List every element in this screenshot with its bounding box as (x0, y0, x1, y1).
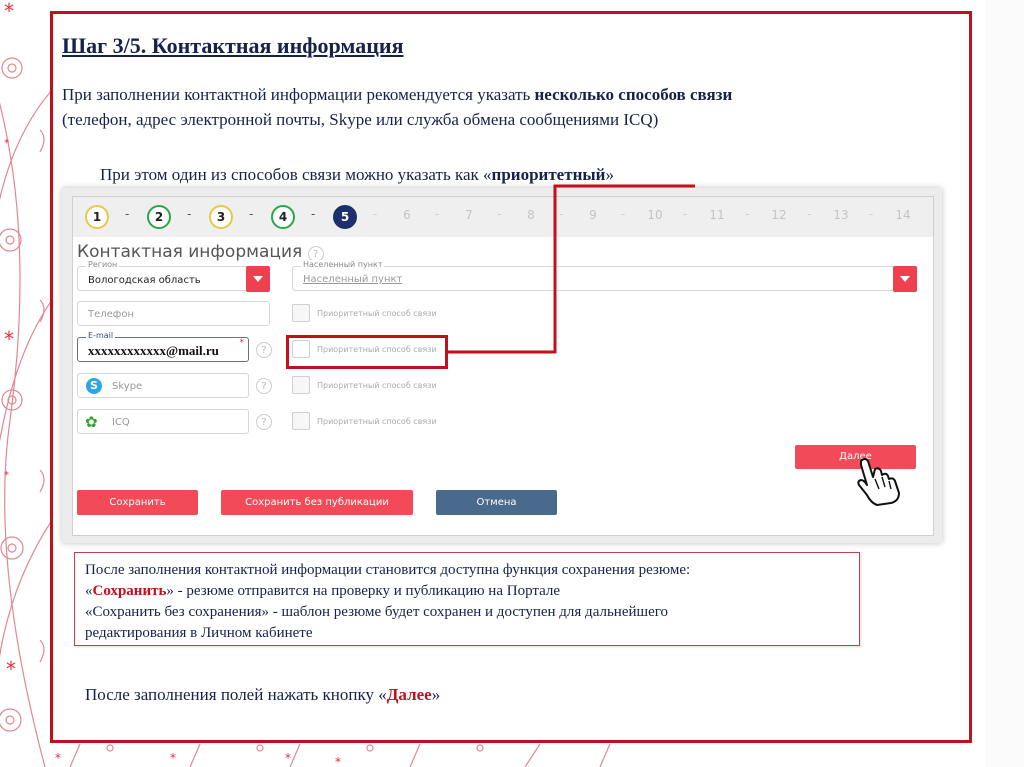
step-7: 7 (465, 208, 473, 222)
decorative-right-margin (985, 0, 1024, 767)
info-quote: « (85, 583, 93, 599)
step-4[interactable]: 4 (271, 205, 295, 229)
svg-text:*: * (170, 751, 176, 765)
step-separator: - (683, 207, 688, 221)
intro-line2: (телефон, адрес электронной почты, Skype… (62, 110, 659, 129)
step-separator: - (559, 207, 564, 221)
icq-placeholder: ICQ (112, 417, 130, 428)
skype-help-icon[interactable]: ? (256, 378, 272, 394)
svg-text:*: * (4, 138, 9, 149)
icq-priority-checkbox[interactable] (292, 412, 310, 430)
region-select[interactable]: Регион Вологодская область (77, 260, 270, 292)
step-separator: - (497, 207, 502, 221)
region-value: Вологодская область (88, 275, 201, 286)
step-separator: - (249, 207, 254, 221)
icq-priority-label: Приоритетный способ связи (317, 417, 437, 426)
step-indicator: 1 - 2 - 3 - 4 - 5 - 6 - 7 - 8 - 9 - 10 - 11 - 12 - 13 - 14 (73, 197, 933, 237)
step-separator: - (125, 207, 130, 221)
svg-text:*: * (4, 327, 14, 351)
intro-text: При заполнении контактной информации рек… (62, 85, 535, 104)
svg-text:*: * (6, 657, 16, 681)
email-legend: E-mail (86, 331, 116, 340)
save-without-publish-button[interactable]: Сохранить без публикации (221, 490, 413, 515)
priority-note-prefix: При этом один из способов связи можно ук… (100, 165, 492, 184)
email-help-icon[interactable]: ? (256, 342, 272, 358)
decorative-floral-border-bottom: * * * * (0, 744, 1024, 767)
step-separator: - (621, 207, 626, 221)
icq-input[interactable]: ✿ ICQ (77, 409, 249, 434)
phone-input[interactable]: Телефон (77, 301, 270, 326)
step-11: 11 (709, 208, 725, 222)
skype-icon: S (86, 378, 102, 394)
cancel-button[interactable]: Отмена (436, 490, 557, 515)
phone-priority-checkbox[interactable] (292, 304, 310, 322)
skype-priority-label: Приоритетный способ связи (317, 381, 437, 390)
svg-text:*: * (285, 751, 291, 765)
chevron-down-icon[interactable] (246, 266, 270, 292)
locality-placeholder: Населенный пункт (303, 274, 403, 285)
step-9: 9 (589, 208, 597, 222)
step-separator: - (435, 207, 440, 221)
phone-priority-label: Приоритетный способ связи (317, 309, 437, 318)
highlight-callout-box (286, 335, 448, 369)
email-input[interactable]: E-mail xxxxxxxxxxxx@mail.ru * (77, 331, 249, 362)
step-separator: - (373, 207, 378, 221)
chevron-down-icon[interactable] (893, 266, 917, 292)
phone-placeholder: Телефон (88, 309, 135, 320)
final-note-suffix: » (431, 685, 441, 704)
priority-note-bold: приоритетный (491, 165, 606, 184)
priority-note-suffix: » (605, 165, 614, 184)
step-12: 12 (771, 208, 787, 222)
skype-priority-checkbox[interactable] (292, 376, 310, 394)
step-1[interactable]: 1 (85, 205, 109, 229)
email-value: xxxxxxxxxxxx@mail.ru (88, 343, 219, 358)
info-box: После заполнения контактной информации с… (74, 552, 860, 646)
step-separator: - (187, 207, 192, 221)
final-note-bold: Далее (386, 685, 432, 704)
step-5[interactable]: 5 (333, 205, 357, 229)
icq-help-icon[interactable]: ? (256, 414, 272, 430)
step-separator: - (745, 207, 750, 221)
skype-placeholder: Skype (112, 381, 143, 392)
svg-text:*: * (4, 0, 14, 23)
svg-text:*: * (55, 751, 61, 765)
info-line-3: «Сохранить без сохранения» - шаблон резю… (85, 604, 669, 620)
priority-note: При этом один из способов связи можно ук… (100, 165, 614, 185)
region-legend: Регион (86, 260, 120, 269)
form-screenshot: 1 - 2 - 3 - 4 - 5 - 6 - 7 - 8 - 9 - 10 - 11 - 12 - 13 - 14 Контакт… (62, 188, 942, 543)
form-title: Контактная информация ? (77, 242, 324, 262)
intro-bold-text: несколько способов связи (534, 85, 733, 104)
step-13: 13 (833, 208, 849, 222)
svg-text:*: * (4, 470, 9, 481)
step-2[interactable]: 2 (147, 205, 171, 229)
info-line-4: редактирования в Личном кабинете (85, 625, 313, 641)
info-line-2: «Сохранить» - резюме отправится на прове… (85, 581, 849, 602)
intro-paragraph: При заполнении контактной информации рек… (62, 82, 922, 132)
info-line-1: После заполнения контактной информации с… (85, 562, 691, 578)
step-separator: - (807, 207, 812, 221)
step-separator: - (869, 207, 874, 221)
locality-legend: Населенный пункт (301, 260, 385, 269)
skype-input[interactable]: S Skype (77, 373, 249, 398)
step-10: 10 (647, 208, 663, 222)
final-note: После заполнения полей нажать кнопку «Да… (85, 685, 440, 705)
save-button[interactable]: Сохранить (77, 490, 198, 515)
final-note-prefix: После заполнения полей нажать кнопку « (85, 685, 387, 704)
step-8: 8 (527, 208, 535, 222)
info-save-bold: Сохранить (92, 583, 167, 599)
decorative-floral-border-left: * * * * * (0, 0, 52, 767)
form-panel: 1 - 2 - 3 - 4 - 5 - 6 - 7 - 8 - 9 - 10 - 11 - 12 - 13 - 14 Контакт… (72, 196, 934, 536)
step-3[interactable]: 3 (209, 205, 233, 229)
icq-flower-icon: ✿ (85, 413, 98, 431)
locality-select[interactable]: Населенный пункт Населенный пункт (292, 260, 917, 292)
step-14: 14 (895, 208, 911, 222)
required-mark: * (239, 338, 245, 348)
step-6: 6 (403, 208, 411, 222)
slide-title: Шаг 3/5. Контактная информация (62, 33, 404, 58)
step-separator: - (311, 207, 316, 221)
hand-pointer-icon (857, 458, 900, 506)
svg-text:*: * (335, 755, 341, 767)
info-line-2-rest: » - резюме отправится на проверку и публ… (166, 583, 561, 599)
form-title-text: Контактная информация (77, 242, 303, 262)
